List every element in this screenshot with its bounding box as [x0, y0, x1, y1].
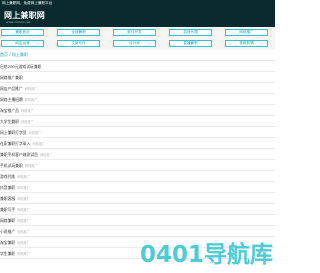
list-item-tag: 网络推广	[20, 120, 34, 124]
list-item-title[interactable]: 大学生兼职	[0, 119, 19, 124]
list-item-title[interactable]: 淘宝兼职	[0, 240, 15, 245]
list-item[interactable]: 手机试玩兼职 网络推广	[0, 160, 275, 171]
nav-item[interactable]: 直播兼职	[169, 40, 212, 47]
site-header: 网上兼职网 www.xxxxxx.net	[0, 7, 275, 27]
list-item-title[interactable]: 兼职手机客户端测试员	[0, 152, 38, 157]
list-item[interactable]: 网络兼职 网络推广	[0, 215, 275, 226]
nav-item[interactable]: 文案写作	[57, 40, 100, 47]
nav-item[interactable]: 网店运营	[1, 40, 44, 47]
nav-item[interactable]: 兼职首页	[1, 29, 44, 36]
list-item[interactable]: 兼职写手 网络推广	[0, 204, 275, 215]
list-item-tag: 网络推广	[17, 219, 30, 223]
list-item-tag: 网络推广	[32, 142, 46, 146]
list-item-tag: 网络推广	[17, 186, 30, 190]
nav-item[interactable]: 设计师	[113, 40, 156, 47]
list-item-tag: 网络推广	[39, 153, 53, 157]
list-item-tag: 网络推广	[20, 109, 34, 113]
list-item-title[interactable]: 网上兼职打字员	[0, 130, 27, 135]
top-info-bar: 网上兼职网，免费网上兼职平台	[0, 0, 275, 7]
list-item[interactable]: 抖音兼职 网络推广	[0, 182, 275, 193]
nav-item[interactable]: 网络推广	[225, 29, 268, 36]
nav-item[interactable]: 视频剪辑	[225, 40, 268, 47]
list-item[interactable]: 兼职手机客户端测试员 网络推广	[0, 149, 275, 160]
list-item-title[interactable]: 兼职写手	[0, 207, 15, 212]
list-item[interactable]: 游戏代练 网络推广	[0, 171, 275, 182]
list-item-tag: 网络推广	[28, 131, 42, 135]
list-item[interactable]: 大学生兼职 网络推广	[0, 116, 275, 127]
list-item[interactable]: 在家兼职打字录入 网络推广	[0, 138, 275, 149]
list-item-title[interactable]: 游戏代练	[0, 174, 15, 179]
list-item-title[interactable]: 网络兼职	[0, 218, 15, 223]
list-item[interactable]: 兼职客服 网络推广	[0, 193, 275, 204]
top-info-text: 网上兼职网，免费网上兼职平台	[2, 1, 53, 5]
list-item-tag: 网络推广	[24, 87, 38, 91]
list-item[interactable]: 网上兼职打字员 网络推广	[0, 127, 275, 138]
list-item-tag: 网络推广	[17, 230, 30, 234]
list-item-title[interactable]: 淘宝推广员	[0, 108, 19, 113]
list-item-tag: 网络推广	[17, 241, 30, 245]
list-item[interactable]: 小说推广 网络推广	[0, 226, 275, 237]
list-item-tag: 网络推广	[24, 164, 38, 168]
list-item-title[interactable]: 日结200元游戏试玩兼职	[0, 64, 41, 69]
list-item-tag: 网络推广	[17, 175, 30, 179]
list-item[interactable]: 网店产品推广 网络推广	[0, 83, 275, 94]
site-logo-subtitle: www.xxxxxx.net	[6, 20, 31, 24]
section-title: 首页 / 网上兼职	[0, 52, 28, 57]
category-nav: 兼职首页 全部兼职 软件开发 游戏代理 网络推广 网店运营 文案写作 设计师 直…	[0, 27, 275, 50]
list-item-title[interactable]: 在家兼职打字录入	[0, 141, 30, 146]
list-item-title[interactable]: 兼职客服	[0, 196, 15, 201]
list-item[interactable]: 淘宝推广员 网络推广	[0, 105, 275, 116]
article-list: 日结200元游戏试玩兼职 网络推广兼职 网店产品推广 网络推广 网络主播招聘 网络推广 淘宝…	[0, 61, 275, 259]
list-item[interactable]: 网络主播招聘 网络推广	[0, 94, 275, 105]
list-item-tag: 网络推广	[17, 252, 30, 256]
list-item[interactable]: 日结200元游戏试玩兼职	[0, 61, 275, 72]
list-item-title[interactable]: 网店产品推广	[0, 86, 23, 91]
list-item-title[interactable]: 小说推广	[0, 229, 15, 234]
nav-item[interactable]: 全部兼职	[57, 29, 100, 36]
list-item-title[interactable]: 抖音兼职	[0, 185, 15, 190]
watermark-text: 0401导航库	[140, 241, 273, 268]
watermark-logo: 0401导航库	[140, 241, 273, 268]
list-item-tag: 网络推广	[17, 197, 30, 201]
nav-item[interactable]: 游戏代理	[169, 29, 212, 36]
list-item[interactable]: 网络推广兼职	[0, 72, 275, 83]
list-item-tag: 网络推广	[17, 208, 30, 212]
list-item-title[interactable]: 网络主播招聘	[0, 97, 23, 102]
list-item-title[interactable]: 网络推广兼职	[0, 75, 23, 80]
nav-item[interactable]: 软件开发	[113, 29, 156, 36]
list-item-title[interactable]: 手机试玩兼职	[0, 163, 23, 168]
list-item-tag: 网络推广	[24, 98, 38, 102]
list-item-title[interactable]: 学生兼职	[0, 251, 15, 256]
